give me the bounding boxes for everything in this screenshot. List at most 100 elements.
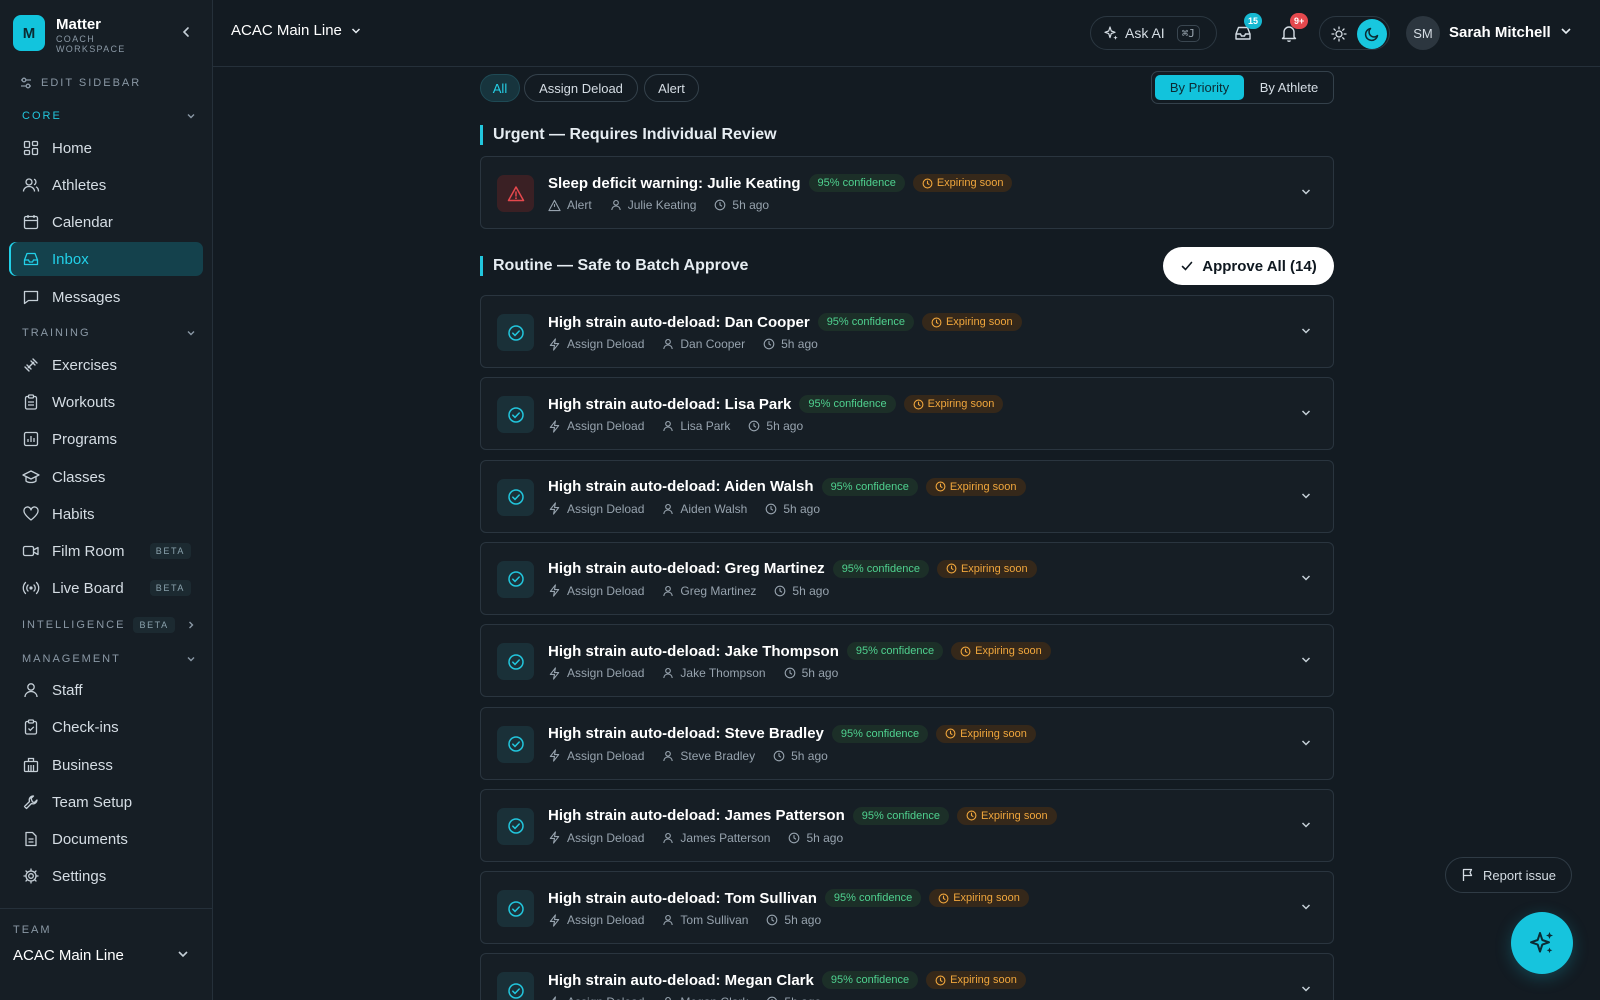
filter-all[interactable]: All [480,74,520,102]
deload-card[interactable]: High strain auto-deload: Aiden Walsh 95% … [480,459,1334,533]
chevron-down-icon[interactable] [1299,571,1313,585]
confidence-badge: 95% confidence [808,174,905,192]
card-title-row: High strain auto-deload: Lisa Park 95% co… [548,394,1004,414]
sidebar-item-live-board[interactable]: Live Board BETA [9,571,203,605]
chevron-down-icon[interactable] [1299,736,1313,750]
sidebar-item-habits[interactable]: Habits [9,497,203,531]
sidebar-item-exercises[interactable]: Exercises [9,348,203,382]
card-title: High strain auto-deload: Jake Thompson [548,642,839,660]
filter-alert[interactable]: Alert [644,74,699,102]
confidence-badge: 95% confidence [821,971,919,990]
card-title: High strain auto-deload: Aiden Walsh [548,478,814,496]
section-intelligence[interactable]: INTELLIGENCE BETA [22,617,196,633]
sidebar-item-workouts[interactable]: Workouts [9,385,203,419]
heart-icon [22,505,40,523]
user-name[interactable]: Sarah Mitchell [1449,24,1551,41]
chevron-down-icon[interactable] [1299,982,1313,996]
user-avatar[interactable]: SM [1406,16,1440,50]
clock-icon [765,503,777,514]
card-athlete: Aiden Walsh [680,501,748,516]
deload-card[interactable]: High strain auto-deload: Dan Cooper 95% c… [480,295,1334,368]
sidebar-item-label: Inbox [52,250,89,268]
sidebar-item-film-room[interactable]: Film Room BETA [9,534,203,568]
expiring-label: Expiring soon [927,398,995,411]
sidebar-item-home[interactable]: Home [9,131,203,165]
deload-card[interactable]: High strain auto-deload: Jake Thompson 95… [480,624,1334,698]
sidebar-item-documents[interactable]: Documents [9,822,203,856]
expiring-badge: Expiring soon [925,477,1026,496]
card-meta: Assign Deload Lisa Park 5h ago [548,418,803,434]
alert-card[interactable]: Sleep deficit warning: Julie Keating 95% … [480,156,1334,229]
section-core[interactable]: CORE [22,108,196,124]
zap-icon [549,337,560,351]
expiring-label: Expiring soon [950,974,1017,987]
light-mode-button[interactable] [1326,21,1352,47]
sidebar-item-messages[interactable]: Messages [9,280,203,314]
sidebar-item-team-setup[interactable]: Team Setup [9,785,203,819]
card-time: 5h ago [791,748,828,763]
expiring-label: Expiring soon [949,480,1017,493]
collapse-sidebar-button[interactable] [176,22,196,42]
deload-card[interactable]: High strain auto-deload: James Patterson… [480,788,1334,862]
chevron-down-icon[interactable] [1559,24,1573,38]
ask-ai-button[interactable]: Ask AI ⌘J [1090,16,1217,50]
card-title-row: High strain auto-deload: Aiden Walsh 95% … [548,477,1026,497]
chevron-down-icon[interactable] [1299,489,1313,503]
brand-subtitle: COACH WORKSPACE [56,34,126,54]
card-time: 5h ago [806,830,844,845]
clock-icon [789,832,800,844]
deload-card[interactable]: High strain auto-deload: Megan Clark 95% … [480,953,1334,1000]
card-meta: Assign Deload Dan Cooper 5h ago [548,336,818,352]
chevron-down-icon[interactable] [1299,185,1313,199]
sidebar-item-staff[interactable]: Staff [9,673,203,707]
card-time: 5h ago [784,995,821,1000]
sidebar-item-classes[interactable]: Classes [9,460,203,494]
filter-assign-deload[interactable]: Assign Deload [524,74,638,102]
ai-assistant-fab[interactable] [1511,912,1573,974]
card-athlete: Tom Sullivan [680,913,749,928]
zap-icon [549,749,560,762]
chevron-down-icon[interactable] [1299,900,1313,914]
sidebar-item-programs[interactable]: Programs [9,422,203,456]
sidebar-item-calendar[interactable]: Calendar [9,205,203,239]
deload-card[interactable]: High strain auto-deload: Lisa Park 95% co… [480,377,1334,451]
section-management[interactable]: MANAGEMENT [22,651,196,667]
confidence-badge: 95% confidence [799,395,896,414]
by-priority-button[interactable]: By Priority [1155,75,1244,100]
team-switcher[interactable]: ACAC Main Line [231,22,362,39]
card-meta: Assign Deload Tom Sullivan 5h ago [548,912,821,928]
approve-all-button[interactable]: Approve All (14) [1163,247,1334,285]
card-meta: Assign Deload James Patterson 5h ago [548,830,843,846]
section-intelligence-label: INTELLIGENCE [22,619,126,631]
sidebar-item-inbox[interactable]: Inbox [9,242,203,276]
card-time: 5h ago [784,913,822,928]
theme-toggle[interactable] [1319,16,1390,50]
chevron-down-icon[interactable] [1299,818,1313,832]
check-circle-icon [507,653,524,670]
zap-icon [549,420,560,433]
edit-sidebar-button[interactable]: EDIT SIDEBAR [19,74,141,92]
deload-card[interactable]: High strain auto-deload: Steve Bradley 95… [480,706,1334,780]
brand[interactable]: M Matter COACH WORKSPACE [13,15,203,55]
inbox-button[interactable]: 15 [1231,13,1263,45]
card-athlete: Greg Martinez [680,583,757,598]
clipboard-check-icon [22,718,40,736]
deload-card[interactable]: High strain auto-deload: Greg Martinez 95… [480,541,1334,615]
notifications-button[interactable]: 9+ [1277,13,1309,45]
section-training[interactable]: TRAINING [22,325,196,341]
report-issue-button[interactable]: Report issue [1445,857,1572,893]
deload-card[interactable]: High strain auto-deload: Tom Sullivan 95%… [480,871,1334,945]
chevron-down-icon[interactable] [1299,406,1313,420]
inbox-icon [22,250,40,268]
notifications-count-badge: 9+ [1290,13,1309,29]
sidebar-item-business[interactable]: Business [9,748,203,782]
sidebar-item-settings[interactable]: Settings [9,859,203,893]
by-athlete-button[interactable]: By Athlete [1246,75,1332,100]
chevron-down-icon[interactable] [1299,653,1313,667]
sidebar-item-athletes[interactable]: Athletes [9,168,203,202]
dark-mode-button[interactable] [1357,19,1387,49]
team-selector[interactable]: TEAM ACAC Main Line [0,908,213,1000]
sidebar-item-check-ins[interactable]: Check-ins [9,710,203,744]
chevron-down-icon[interactable] [1299,324,1313,338]
team-label: TEAM [13,924,52,936]
